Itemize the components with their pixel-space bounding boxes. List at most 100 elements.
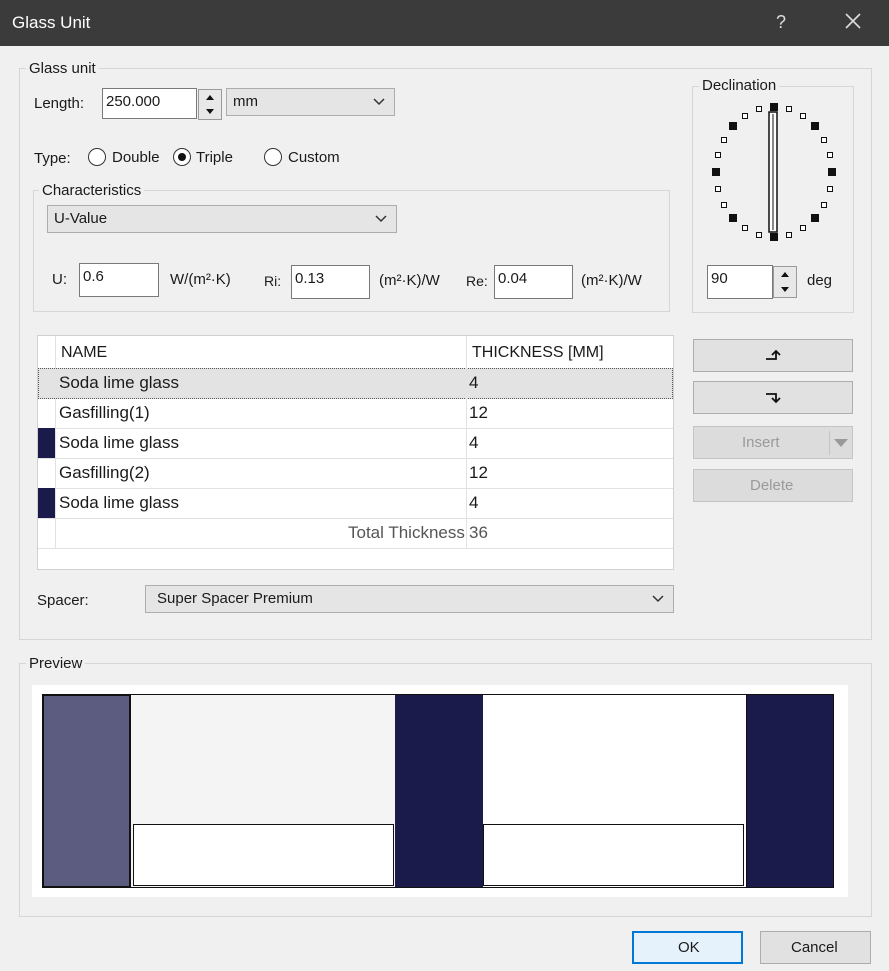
ok-button[interactable]: OK <box>632 931 743 964</box>
dial-tick <box>786 106 792 113</box>
chevron-down-icon <box>373 98 385 106</box>
unit-dropdown[interactable]: mm <box>226 88 395 116</box>
u-label: U: <box>52 271 67 288</box>
dial-tick <box>714 152 721 159</box>
delete-label: Delete <box>750 477 794 494</box>
table-row[interactable]: Gasfilling(2) 12 <box>38 458 673 489</box>
spacer-dropdown[interactable]: Super Spacer Premium <box>145 585 674 613</box>
cancel-button[interactable]: Cancel <box>760 931 871 964</box>
layer-thickness[interactable]: 4 <box>469 433 478 453</box>
table-row[interactable]: Gasfilling(1) 12 <box>38 398 673 429</box>
preview-spacer-2 <box>483 824 744 886</box>
re-label: Re: <box>466 273 488 289</box>
spacer-value: Super Spacer Premium <box>157 590 313 607</box>
cancel-label: Cancel <box>791 939 838 956</box>
chevron-down-icon <box>375 215 387 223</box>
total-value: 36 <box>469 523 488 542</box>
type-triple-radio[interactable] <box>173 148 191 166</box>
layer-thickness[interactable]: 12 <box>469 403 488 423</box>
u-unit: W/(m²·K) <box>170 271 231 288</box>
dial-tick <box>712 168 720 176</box>
dial-tick <box>811 213 819 222</box>
layer-name[interactable]: Soda lime glass <box>59 433 179 453</box>
layers-table[interactable]: NAME THICKNESS [MM] Soda lime glass 4 Gasf… <box>37 335 674 570</box>
characteristics-dropdown[interactable]: U-Value <box>47 205 397 233</box>
length-label: Length: <box>34 95 85 112</box>
spin-down-icon[interactable] <box>199 105 221 119</box>
dial-tick <box>755 106 762 113</box>
spin-down-icon[interactable] <box>774 283 796 298</box>
table-row[interactable]: Soda lime glass 4 <box>38 428 673 459</box>
chevron-down-icon <box>652 595 664 603</box>
preview-label: Preview <box>26 655 86 672</box>
layer-name[interactable]: Soda lime glass <box>59 493 179 513</box>
move-down-icon <box>766 393 781 404</box>
layer-thickness[interactable]: 4 <box>469 373 478 393</box>
layer-name[interactable]: Gasfilling(1) <box>59 403 150 423</box>
declination-dial[interactable] <box>708 100 838 242</box>
declination-input[interactable]: 90 <box>707 265 773 299</box>
preview-spacer-1 <box>133 824 394 886</box>
insert-button[interactable]: Insert <box>693 426 853 459</box>
column-header-name[interactable]: NAME <box>61 344 107 362</box>
ri-value-input[interactable]: 0.13 <box>291 265 370 299</box>
type-double-label[interactable]: Double <box>112 149 160 166</box>
dial-tick <box>811 122 819 131</box>
glass-unit-label: Glass unit <box>26 60 99 77</box>
help-button[interactable]: ? <box>776 12 786 33</box>
move-down-button[interactable] <box>693 381 853 414</box>
insert-label: Insert <box>742 434 780 451</box>
re-value-input[interactable]: 0.04 <box>494 265 573 299</box>
preview-gas-gap-1[interactable] <box>131 694 395 888</box>
dial-tick <box>828 168 836 176</box>
dial-tick <box>821 201 828 208</box>
table-row[interactable]: Soda lime glass 4 <box>38 368 673 399</box>
preview-gas-gap-2[interactable] <box>483 694 746 888</box>
dial-tick <box>755 231 762 238</box>
re-unit: (m²·K)/W <box>581 272 642 289</box>
dial-tick <box>786 231 792 238</box>
type-label: Type: <box>34 150 71 167</box>
type-double-radio[interactable] <box>88 148 106 166</box>
preview-glass-pane-3[interactable] <box>746 694 834 888</box>
close-icon[interactable] <box>842 10 864 32</box>
layer-name[interactable]: Gasfilling(2) <box>59 463 150 483</box>
preview-glass-pane-1[interactable] <box>42 694 131 888</box>
layer-thickness[interactable]: 4 <box>469 493 478 513</box>
row-marker <box>38 428 55 458</box>
dial-tick <box>821 136 828 143</box>
declination-stepper[interactable] <box>773 266 797 298</box>
spacer-label: Spacer: <box>37 592 89 609</box>
dial-tick <box>742 225 748 232</box>
spin-up-icon[interactable] <box>774 267 796 282</box>
type-custom-label[interactable]: Custom <box>288 149 340 166</box>
layer-thickness[interactable]: 12 <box>469 463 488 483</box>
unit-value: mm <box>233 93 258 110</box>
length-input[interactable]: 250.000 <box>102 88 197 119</box>
dial-tick <box>800 112 806 119</box>
table-row[interactable]: Soda lime glass 4 <box>38 488 673 519</box>
preview-canvas <box>32 685 848 897</box>
column-header-thickness[interactable]: THICKNESS [MM] <box>472 344 604 362</box>
u-value-input[interactable]: 0.6 <box>79 263 159 297</box>
type-triple-label[interactable]: Triple <box>196 149 233 166</box>
type-custom-radio[interactable] <box>264 148 282 166</box>
dial-tick <box>720 136 727 143</box>
ok-label: OK <box>678 939 700 956</box>
delete-button[interactable]: Delete <box>693 469 853 502</box>
length-stepper[interactable] <box>198 89 222 120</box>
ri-label: Ri: <box>264 273 282 289</box>
spin-up-icon[interactable] <box>199 90 221 104</box>
layer-name[interactable]: Soda lime glass <box>59 373 179 393</box>
dial-tick <box>770 103 778 111</box>
ri-unit: (m²·K)/W <box>379 272 440 289</box>
move-up-button[interactable] <box>693 339 853 372</box>
move-up-icon <box>766 349 781 360</box>
characteristics-label: Characteristics <box>39 182 145 199</box>
preview-glass-pane-2[interactable] <box>395 694 483 888</box>
characteristics-value: U-Value <box>54 210 108 227</box>
chevron-down-icon[interactable] <box>833 438 849 450</box>
dial-tick <box>800 225 806 232</box>
dial-tick <box>827 185 834 192</box>
row-marker <box>38 488 55 518</box>
